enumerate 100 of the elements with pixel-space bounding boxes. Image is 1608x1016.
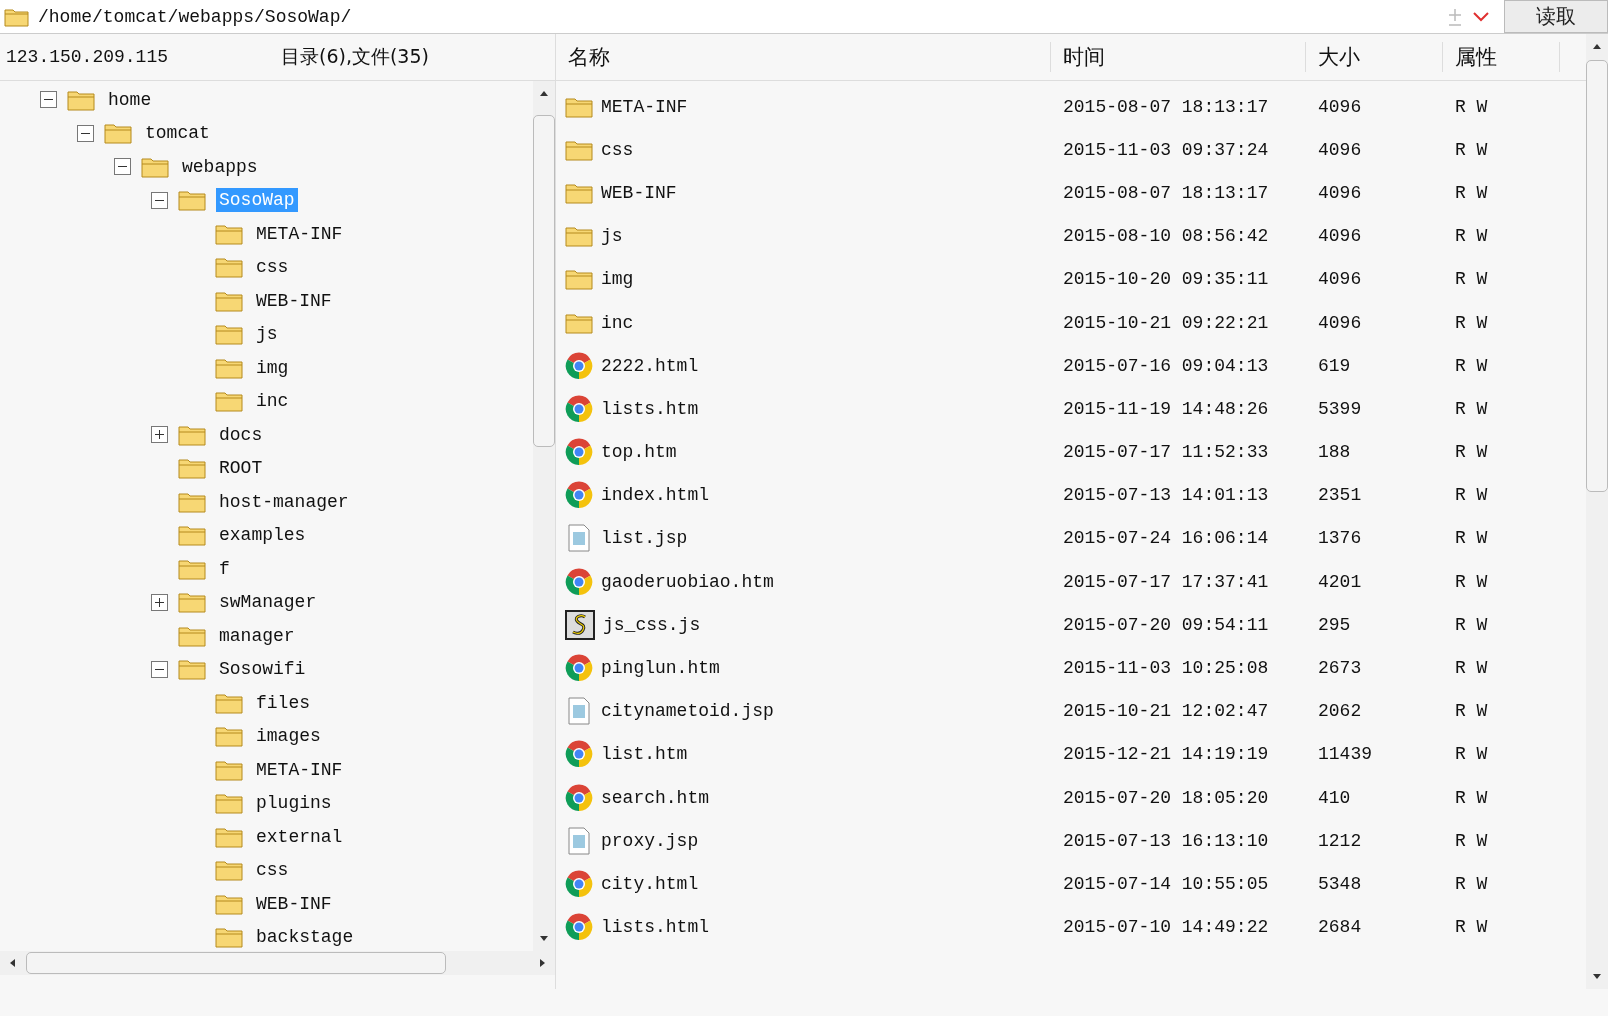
- folder-icon: [178, 189, 206, 212]
- tree-item[interactable]: Sosowifi: [216, 657, 309, 682]
- file-size: 4096: [1317, 269, 1363, 290]
- tree-item[interactable]: WEB-INF: [253, 891, 335, 916]
- file-name[interactable]: js_css.js: [603, 614, 701, 635]
- file-attributes: R W: [1454, 571, 1489, 592]
- browser-icon: [565, 654, 593, 683]
- tree-item[interactable]: tomcat: [142, 121, 213, 146]
- browser-icon: [565, 351, 593, 380]
- folder-icon: [215, 256, 243, 279]
- scroll-down-icon[interactable]: [539, 935, 549, 943]
- collapse-icon[interactable]: [40, 91, 57, 109]
- column-header[interactable]: 属性: [1443, 42, 1560, 72]
- tree-item[interactable]: external: [253, 824, 346, 849]
- file-attributes: R W: [1454, 830, 1489, 851]
- scroll-down-icon[interactable]: [1592, 973, 1602, 981]
- file-name[interactable]: pinglun.htm: [601, 658, 720, 679]
- tree-item[interactable]: img: [253, 355, 292, 380]
- file-attributes: R W: [1454, 528, 1489, 549]
- tree-item[interactable]: manager: [216, 623, 298, 648]
- collapse-icon[interactable]: [151, 191, 168, 209]
- file-name[interactable]: WEB-INF: [601, 182, 677, 203]
- vertical-scrollbar[interactable]: [1586, 34, 1608, 989]
- file-attributes: R W: [1454, 658, 1489, 679]
- tree-item[interactable]: webapps: [179, 154, 261, 179]
- file-name[interactable]: 2222.html: [601, 355, 699, 376]
- file-name[interactable]: img: [601, 269, 634, 290]
- column-header[interactable]: 大小: [1306, 42, 1443, 72]
- modified-time: 2015-07-13 16:13:10: [1062, 830, 1270, 851]
- tree-item[interactable]: files: [253, 690, 313, 715]
- tree-item[interactable]: plugins: [253, 791, 335, 816]
- file-name[interactable]: list.jsp: [601, 528, 688, 549]
- file-attributes: R W: [1454, 917, 1489, 938]
- file-attributes: R W: [1454, 355, 1489, 376]
- tree-item[interactable]: swManager: [216, 590, 320, 615]
- folder-icon: [178, 524, 206, 547]
- expand-icon[interactable]: [151, 593, 168, 611]
- file-name[interactable]: city.html: [601, 873, 699, 894]
- file-name[interactable]: citynametoid.jsp: [601, 701, 774, 722]
- file-name[interactable]: list.htm: [601, 744, 688, 765]
- tree-item[interactable]: css: [253, 858, 292, 883]
- tree-item[interactable]: examples: [216, 523, 309, 548]
- scroll-right-icon[interactable]: [539, 958, 547, 968]
- browser-icon: [565, 869, 593, 898]
- path-text[interactable]: /home/tomcat/webapps/SosoWap/: [38, 6, 352, 27]
- tree-item[interactable]: docs: [216, 422, 266, 447]
- tree-item[interactable]: inc: [253, 389, 292, 414]
- browser-icon: [565, 394, 593, 423]
- file-name[interactable]: gaoderuobiao.htm: [601, 571, 774, 592]
- tree-item[interactable]: ROOT: [216, 456, 266, 481]
- collapse-icon[interactable]: [151, 660, 168, 678]
- file-attributes: R W: [1454, 744, 1489, 765]
- tree-item[interactable]: META-INF: [253, 221, 346, 246]
- vertical-scrollbar[interactable]: [533, 81, 555, 951]
- tree-item[interactable]: META-INF: [253, 757, 346, 782]
- folder-icon: [215, 323, 243, 346]
- horizontal-scrollbar[interactable]: [0, 951, 555, 975]
- file-attributes: R W: [1454, 312, 1489, 333]
- file-name[interactable]: js: [601, 226, 623, 247]
- tree-item[interactable]: home: [105, 87, 155, 112]
- scrollbar-thumb[interactable]: [26, 952, 446, 974]
- tree-item[interactable]: WEB-INF: [253, 288, 335, 313]
- modified-time: 2015-10-20 09:35:11: [1062, 269, 1270, 290]
- file-name[interactable]: index.html: [601, 485, 710, 506]
- folder-icon: [215, 859, 243, 882]
- scroll-up-icon[interactable]: [539, 89, 549, 97]
- file-attributes: R W: [1454, 614, 1489, 635]
- tree-item[interactable]: js: [253, 322, 281, 347]
- file-name[interactable]: lists.htm: [601, 398, 699, 419]
- tree-item[interactable]: f: [216, 556, 233, 581]
- scrollbar-thumb[interactable]: [533, 115, 555, 447]
- file-attributes: R W: [1454, 96, 1489, 117]
- folder-icon: [565, 311, 593, 334]
- collapse-icon[interactable]: [77, 124, 94, 142]
- file-name[interactable]: proxy.jsp: [601, 830, 699, 851]
- file-name[interactable]: META-INF: [601, 96, 688, 117]
- scrollbar-thumb[interactable]: [1586, 60, 1608, 492]
- file-name[interactable]: search.htm: [601, 787, 710, 808]
- file-name[interactable]: top.htm: [601, 442, 677, 463]
- file-name[interactable]: css: [601, 139, 634, 160]
- document-icon: [565, 524, 593, 553]
- file-size: 4096: [1317, 226, 1363, 247]
- file-name[interactable]: lists.html: [601, 917, 710, 938]
- tree-item[interactable]: host-manager: [216, 489, 352, 514]
- scroll-up-icon[interactable]: [1592, 42, 1602, 50]
- column-header[interactable]: 名称: [556, 42, 1051, 72]
- read-button[interactable]: 读取: [1504, 0, 1608, 33]
- file-attributes: R W: [1454, 269, 1489, 290]
- tree-item[interactable]: backstage: [253, 925, 357, 950]
- scroll-left-icon[interactable]: [8, 958, 16, 968]
- file-name[interactable]: inc: [601, 312, 634, 333]
- column-header[interactable]: 时间: [1051, 42, 1306, 72]
- tree-item[interactable]: images: [253, 724, 324, 749]
- file-attributes: R W: [1454, 873, 1489, 894]
- collapse-icon[interactable]: [114, 158, 131, 176]
- expand-icon[interactable]: [151, 426, 168, 444]
- folder-icon: [178, 457, 206, 480]
- folder-icon: [67, 88, 95, 111]
- caret-icon[interactable]: [1472, 10, 1490, 23]
- tree-item[interactable]: css: [253, 255, 292, 280]
